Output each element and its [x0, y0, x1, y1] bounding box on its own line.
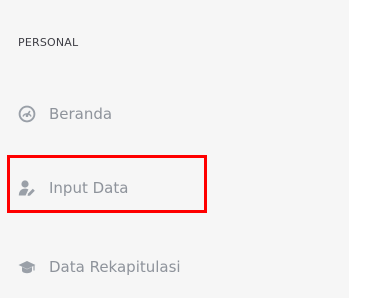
dashboard-icon	[18, 105, 36, 123]
sidebar: PERSONAL Beranda Input Data Data Rekapit…	[0, 0, 368, 298]
highlight-box	[7, 155, 207, 213]
graduation-cap-icon	[18, 258, 36, 276]
sidebar-item-data-rekapitulasi[interactable]: Data Rekapitulasi	[18, 254, 181, 280]
sidebar-item-beranda[interactable]: Beranda	[18, 101, 112, 127]
sidebar-item-label: Data Rekapitulasi	[49, 258, 181, 276]
section-heading: PERSONAL	[18, 36, 79, 49]
sidebar-item-label: Beranda	[49, 105, 113, 123]
sidebar-panel: PERSONAL Beranda Input Data Data Rekapit…	[0, 0, 349, 298]
